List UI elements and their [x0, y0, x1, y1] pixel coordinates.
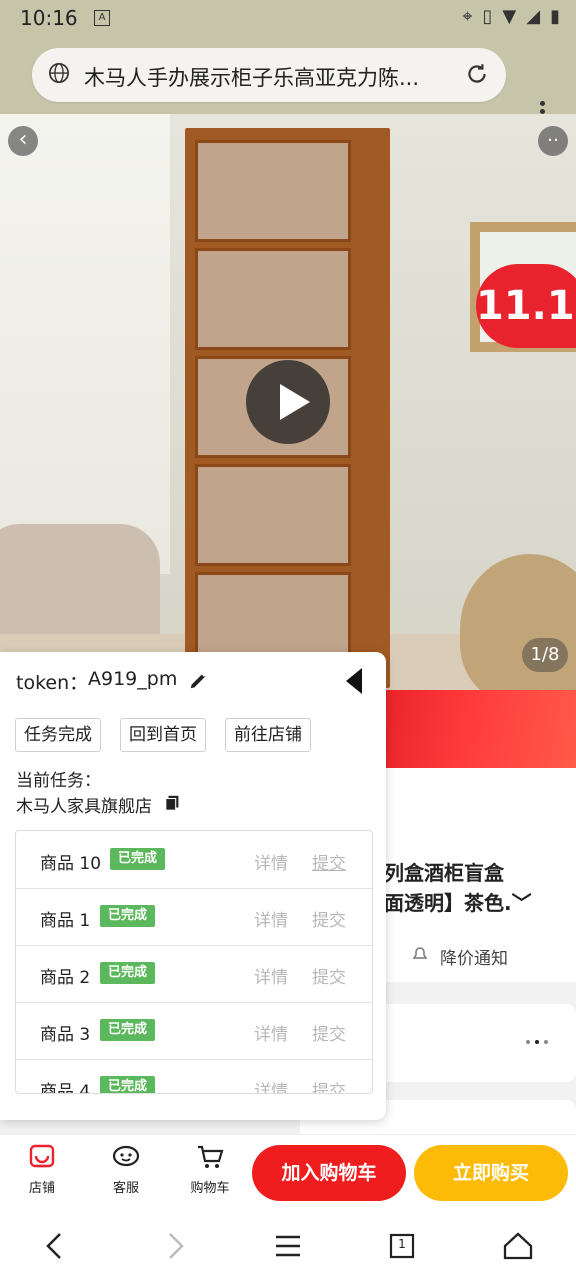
- play-video-button[interactable]: [246, 360, 330, 444]
- status-badge: 已完成: [100, 905, 156, 927]
- back-home-button[interactable]: 回到首页: [120, 718, 206, 752]
- task-row: 商品 1 已完成 详情 提交: [16, 888, 372, 946]
- location-icon: ⌖: [462, 6, 473, 27]
- price-notice-icon: [412, 947, 428, 959]
- expand-icon[interactable]: ﹀: [512, 891, 532, 915]
- detail-link[interactable]: 详情: [254, 849, 288, 874]
- cart-icon: [198, 1145, 224, 1168]
- submit-link[interactable]: 提交: [312, 1020, 346, 1045]
- vibrate-icon: ▯: [482, 6, 493, 27]
- double-eleven-badge: 11.11: [476, 264, 576, 348]
- task-row: 商品 4 已完成 详情 提交: [16, 1059, 372, 1094]
- detail-link[interactable]: 详情: [254, 906, 288, 931]
- go-to-store-button[interactable]: 前往店铺: [225, 718, 311, 752]
- detail-link[interactable]: 详情: [254, 1077, 288, 1093]
- image-counter: 1/8: [522, 638, 568, 672]
- status-badge: 已完成: [100, 962, 156, 984]
- url-text[interactable]: 木马人手办展示柜子乐高亚克力陈...: [84, 62, 444, 92]
- item-name: 商品 4: [40, 1082, 91, 1094]
- service-tab[interactable]: 客服: [96, 1143, 156, 1196]
- status-icons: ⌖ ▯ ▼ ◢ ▮: [462, 6, 560, 27]
- store-icon: [29, 1144, 55, 1168]
- battery-icon: ▮: [550, 6, 560, 27]
- store-tab[interactable]: 店铺: [12, 1143, 72, 1196]
- address-bar[interactable]: 木马人手办展示柜子乐高亚克力陈...: [32, 48, 506, 102]
- signal-icon: ◢: [526, 6, 541, 27]
- copy-icon[interactable]: [164, 794, 182, 812]
- submit-link[interactable]: 提交: [312, 1077, 346, 1093]
- token-value: A919_pm: [88, 668, 178, 690]
- task-row: 商品 10 已完成 详情 提交: [16, 831, 372, 889]
- back-arrow-icon[interactable]: ‹: [8, 126, 38, 156]
- task-row: 商品 2 已完成 详情 提交: [16, 945, 372, 1003]
- add-to-cart-button[interactable]: 加入购物车: [252, 1145, 406, 1201]
- item-name: 商品 10: [40, 854, 102, 874]
- back-icon[interactable]: [38, 1228, 74, 1264]
- status-badge: 已完成: [110, 848, 166, 870]
- task-panel: token： A919_pm 任务完成 回到首页 前往店铺 当前任务： 木马人家…: [0, 652, 386, 1120]
- edit-pencil-icon[interactable]: [188, 669, 210, 691]
- product-image[interactable]: 11.11 ‹ ‥ 1/8: [0, 114, 576, 690]
- task-complete-button[interactable]: 任务完成: [15, 718, 101, 752]
- service-label: 客服: [112, 1181, 139, 1196]
- collapse-panel-icon[interactable]: [346, 668, 362, 694]
- price-notice-button[interactable]: 降价通知: [440, 944, 508, 969]
- tabs-count: 1: [398, 1237, 406, 1251]
- buy-now-button[interactable]: 立即购买: [414, 1145, 568, 1201]
- submit-link[interactable]: 提交: [312, 963, 346, 988]
- service-icon: [112, 1145, 140, 1167]
- submit-link[interactable]: 提交: [312, 849, 346, 874]
- a-icon: A: [94, 10, 110, 26]
- menu-icon[interactable]: [270, 1228, 306, 1264]
- task-item-list[interactable]: 商品 10 已完成 详情 提交 商品 1 已完成 详情 提交 商品 2 已完成 …: [15, 830, 373, 1094]
- current-task-label: 当前任务：: [16, 771, 101, 791]
- shop-name: 木马人家具旗舰店: [16, 797, 152, 817]
- product-title[interactable]: 列盒酒柜盲盒 面透明】茶色.﹀: [384, 858, 574, 918]
- store-label: 店铺: [28, 1181, 55, 1196]
- purchase-bar: 店铺 客服 购物车 加入购物车 立即购买: [0, 1134, 576, 1211]
- status-bar: 10:16 A ⌖ ▯ ▼ ◢ ▮: [0, 0, 576, 36]
- task-row: 商品 3 已完成 详情 提交: [16, 1002, 372, 1060]
- item-name: 商品 3: [40, 1025, 91, 1045]
- status-time: 10:16: [20, 6, 78, 30]
- detail-link[interactable]: 详情: [254, 1020, 288, 1045]
- token-label: token：: [16, 672, 89, 694]
- window-light: [0, 114, 170, 574]
- submit-link[interactable]: 提交: [312, 906, 346, 931]
- cart-label: 购物车: [190, 1181, 230, 1196]
- home-icon[interactable]: [500, 1228, 536, 1264]
- browser-nav-bar: 1: [0, 1210, 576, 1280]
- reload-icon[interactable]: [464, 61, 490, 87]
- wifi-icon: ▼: [502, 6, 517, 27]
- more-icon[interactable]: ‥: [538, 126, 568, 156]
- forward-icon[interactable]: [156, 1228, 192, 1264]
- cart-tab[interactable]: 购物车: [180, 1143, 240, 1196]
- item-name: 商品 1: [40, 911, 91, 931]
- tabs-button[interactable]: 1: [384, 1228, 420, 1264]
- globe-icon: [49, 63, 69, 83]
- carousel-dots: [526, 1040, 548, 1044]
- detail-link[interactable]: 详情: [254, 963, 288, 988]
- status-badge: 已完成: [100, 1019, 156, 1041]
- status-badge: 已完成: [100, 1076, 156, 1093]
- item-name: 商品 2: [40, 968, 91, 988]
- browser-toolbar: 木马人手办展示柜子乐高亚克力陈...: [0, 36, 576, 122]
